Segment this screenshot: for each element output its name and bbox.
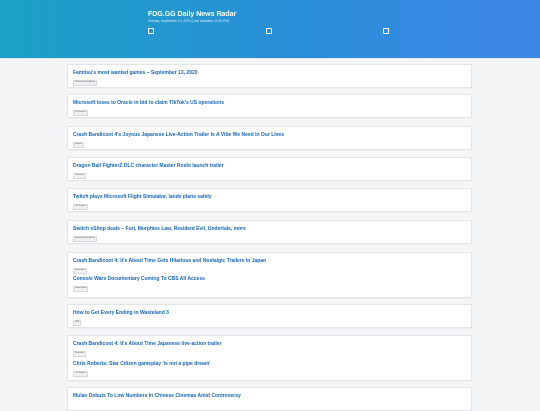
filter-checkbox-3[interactable] bbox=[383, 28, 389, 34]
news-card: Crash Bandicoot 4: It's About Time Japan… bbox=[67, 335, 472, 381]
header-banner: FDG.GG Daily News Radar Sunday, Septembe… bbox=[0, 0, 540, 58]
news-headline-link[interactable]: Switch eShop deals – Furi, Morphies Law,… bbox=[73, 226, 466, 232]
news-item: Crash Bandicoot 4: It's About Time Japan… bbox=[73, 341, 466, 359]
news-item: Twitch plays Microsoft Flight Simulator,… bbox=[73, 194, 466, 212]
source-tag: VG Source bbox=[73, 204, 88, 210]
news-card: Twitch plays Microsoft Flight Simulator,… bbox=[67, 188, 472, 212]
source-tag: Siliconera bbox=[73, 268, 87, 274]
news-item: Mulan Debuts To Low Numbers In Chinese C… bbox=[73, 393, 466, 411]
news-card: Crash Bandicoot 4: It's About Time Gets … bbox=[67, 252, 472, 298]
header-divider bbox=[0, 58, 540, 59]
news-item: Microsoft loses to Oracle in bid to clai… bbox=[73, 100, 466, 118]
last-updated-text: Sunday, September 13, 2020 (Last Updated… bbox=[148, 19, 230, 23]
news-item: Chris Roberts: Star Citizen gameplay 'is… bbox=[73, 361, 466, 379]
news-headline-link[interactable]: Crash Bandicoot 4: It's About Time Japan… bbox=[73, 341, 466, 347]
source-tag: IGN bbox=[73, 320, 81, 326]
source-tag: Gematsu bbox=[73, 351, 86, 357]
news-item: Crash Bandicoot 4's Joyous Japanese Live… bbox=[73, 132, 466, 150]
news-headline-link[interactable]: Mulan Debuts To Low Numbers In Chinese C… bbox=[73, 393, 466, 399]
news-headline-link[interactable]: How to Get Every Ending in Wasteland 3 bbox=[73, 310, 466, 316]
news-headline-link[interactable]: Dragon Ball FighterZ DLC character Maste… bbox=[73, 163, 466, 169]
source-tag: VG Source bbox=[73, 110, 88, 116]
news-headline-link[interactable]: Microsoft loses to Oracle in bid to clai… bbox=[73, 100, 466, 106]
news-card: How to Get Every Ending in Wasteland 3 IG… bbox=[67, 304, 472, 328]
news-headline-link[interactable]: Chris Roberts: Star Citizen gameplay 'is… bbox=[73, 361, 466, 367]
source-tag: Nintendo Everything bbox=[73, 80, 97, 86]
source-tag: Gematsu bbox=[73, 173, 86, 179]
filter-checkbox-2[interactable] bbox=[266, 28, 272, 34]
source-tag: Kotaku bbox=[73, 142, 84, 148]
news-card: Crash Bandicoot 4's Joyous Japanese Live… bbox=[67, 126, 472, 150]
page-title: FDG.GG Daily News Radar bbox=[148, 11, 237, 18]
news-headline-link[interactable]: Console Wars Documentary Coming To CBS A… bbox=[73, 276, 466, 282]
source-tag: VG Source bbox=[73, 371, 88, 377]
news-item: Console Wars Documentary Coming To CBS A… bbox=[73, 276, 466, 294]
news-headline-link[interactable]: Famitsu's most wanted games – September … bbox=[73, 70, 466, 76]
news-headline-link[interactable]: Twitch plays Microsoft Flight Simulator,… bbox=[73, 194, 466, 200]
filter-checkbox-1[interactable] bbox=[148, 28, 154, 34]
news-card: Microsoft loses to Oracle in bid to clai… bbox=[67, 94, 472, 118]
news-item: Crash Bandicoot 4: It's About Time Gets … bbox=[73, 258, 466, 276]
news-headline-link[interactable]: Crash Bandicoot 4's Joyous Japanese Live… bbox=[73, 132, 466, 138]
news-headline-link[interactable]: Crash Bandicoot 4: It's About Time Gets … bbox=[73, 258, 466, 264]
news-item: Switch eShop deals – Furi, Morphies Law,… bbox=[73, 226, 466, 244]
source-tag: Nintendo Everything bbox=[73, 236, 97, 242]
news-card: Mulan Debuts To Low Numbers In Chinese C… bbox=[67, 387, 472, 411]
news-item: Dragon Ball FighterZ DLC character Maste… bbox=[73, 163, 466, 181]
news-card: Switch eShop deals – Furi, Morphies Law,… bbox=[67, 220, 472, 244]
news-card: Dragon Ball FighterZ DLC character Maste… bbox=[67, 157, 472, 181]
news-card: Famitsu's most wanted games – September … bbox=[67, 64, 472, 88]
news-item: Famitsu's most wanted games – September … bbox=[73, 70, 466, 88]
news-item: How to Get Every Ending in Wasteland 3 IG… bbox=[73, 310, 466, 328]
source-tag: Game Rant bbox=[73, 286, 89, 292]
